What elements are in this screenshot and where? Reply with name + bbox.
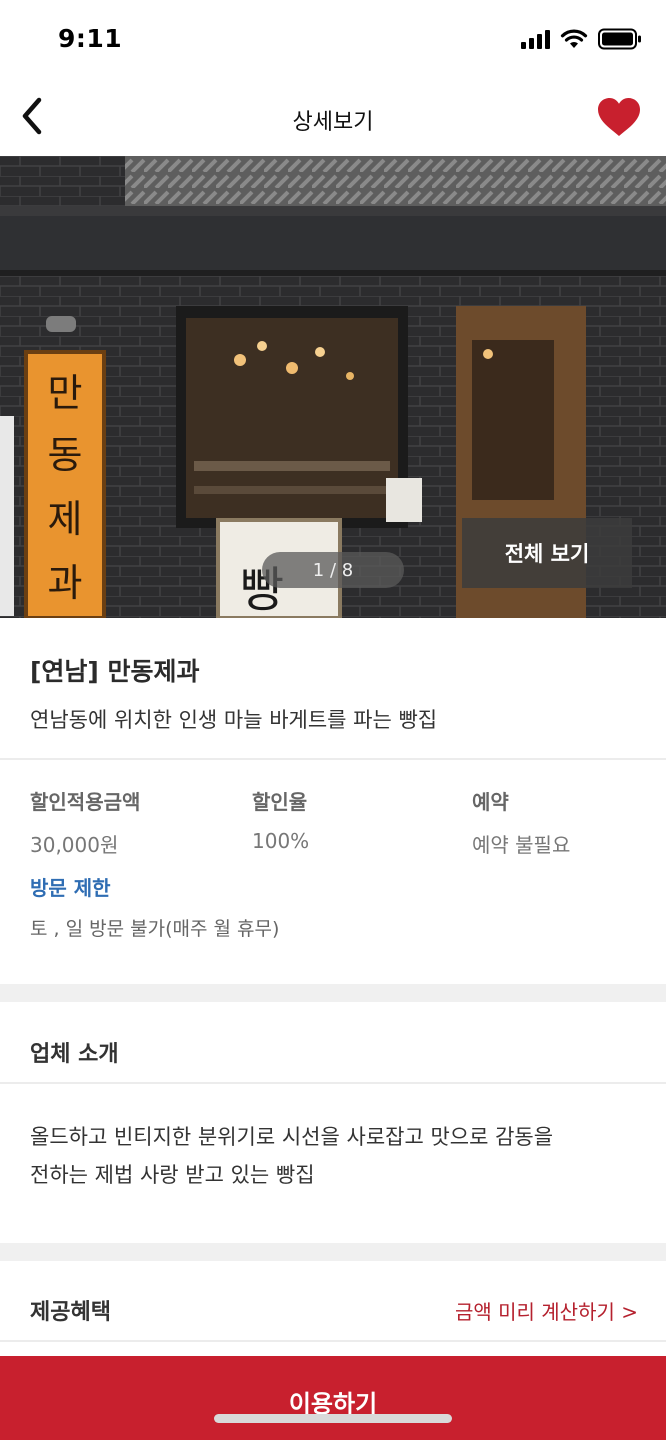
benefits-title: 제공혜택 xyxy=(30,1300,111,1325)
calculate-price-link[interactable]: 금액 미리 계산하기 > xyxy=(455,1296,638,1325)
discount-amount-label: 할인적용금액 xyxy=(30,790,141,814)
visit-limit-label: 방문 제한 xyxy=(30,876,111,900)
status-icons xyxy=(521,28,642,50)
divider xyxy=(0,1082,666,1084)
sign-char-1: 만 xyxy=(48,371,83,415)
store-description: 연남동에 위치한 인생 마늘 바게트를 파는 빵집 xyxy=(30,708,438,732)
sign-char-2: 동 xyxy=(48,433,83,477)
discount-amount: 할인적용금액 30,000원 xyxy=(30,786,140,858)
reservation-label: 예약 xyxy=(472,790,509,814)
use-button[interactable]: 이용하기 xyxy=(0,1356,666,1440)
view-all-photos-button[interactable]: 전체 보기 xyxy=(462,518,632,588)
battery-icon xyxy=(598,28,641,50)
nav-bar: 상세보기 xyxy=(0,80,666,156)
sign-char-4: 과 xyxy=(48,561,83,605)
page-title: 상세보기 xyxy=(292,110,374,135)
intro-text: 올드하고 빈티지한 분위기로 시선을 사로잡고 맛으로 감동을 전하는 제법 사… xyxy=(30,1118,650,1194)
sign-char-3: 제 xyxy=(48,497,83,541)
intro-text-line-2: 전하는 제법 사랑 받고 있는 빵집 xyxy=(30,1163,315,1187)
intro-title: 업체 소개 xyxy=(30,1042,119,1067)
store-name: [연남] 만동제과 xyxy=(30,657,200,686)
reservation: 예약 예약 불필요 xyxy=(472,786,570,858)
status-time: 9:11 xyxy=(58,24,123,53)
intro-text-line-1: 올드하고 빈티지한 분위기로 시선을 사로잡고 맛으로 감동을 xyxy=(30,1125,554,1149)
discount-rate-value: 100% xyxy=(252,829,310,853)
heart-icon xyxy=(598,98,640,136)
discount-rate: 할인율 100% xyxy=(252,786,309,853)
reservation-value: 예약 불필요 xyxy=(472,833,571,857)
divider xyxy=(0,1340,666,1342)
visit-limit-value: 토 , 일 방문 불가(매주 월 휴무) xyxy=(30,918,280,940)
status-bar: 9:11 xyxy=(0,0,666,80)
favorite-button[interactable] xyxy=(594,92,644,142)
home-indicator[interactable] xyxy=(214,1414,452,1423)
image-counter: 1 / 8 xyxy=(262,552,404,588)
discount-rate-label: 할인율 xyxy=(252,790,308,814)
wifi-icon xyxy=(560,29,588,48)
section-divider xyxy=(0,1243,666,1261)
cellular-signal-icon xyxy=(521,29,550,49)
section-divider xyxy=(0,984,666,1002)
discount-amount-value: 30,000원 xyxy=(30,833,119,857)
divider xyxy=(0,758,666,760)
